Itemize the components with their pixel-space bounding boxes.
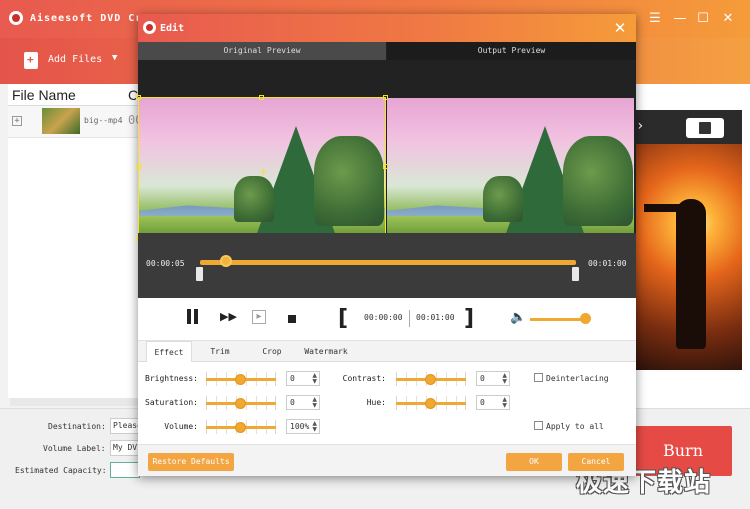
add-files-label: Add Files [48, 54, 103, 65]
crop-handle[interactable] [259, 95, 264, 100]
destination-label: Destination: [48, 422, 106, 431]
crop-handle[interactable] [136, 95, 141, 100]
cancel-button[interactable]: Cancel [568, 453, 624, 471]
apply-to-all-label: Apply to all [546, 422, 604, 431]
dialog-footer: Restore Defaults OK Cancel [138, 444, 636, 476]
brightness-input[interactable]: 0 ▲ ▼ [286, 371, 320, 386]
app-title: Aiseesoft DVD Cre [30, 13, 150, 24]
hue-slider[interactable] [396, 396, 466, 410]
tab-effect[interactable]: Effect [146, 341, 192, 362]
hue-label: Hue: [366, 398, 386, 407]
dialog-logo-icon [143, 21, 156, 34]
saturation-label: Saturation: [145, 398, 198, 407]
edit-icon[interactable] [686, 118, 724, 138]
crop-center-icon[interactable]: ✛ [260, 164, 267, 178]
timeline: 00:00:05 00:01:00 [138, 233, 636, 298]
original-preview-label: Original Preview [138, 42, 386, 60]
dialog-title: Edit [160, 23, 185, 34]
deinterlacing-checkbox[interactable] [534, 373, 543, 382]
preview-area: Original Preview Output Preview ✛ [136, 42, 636, 261]
tab-watermark[interactable]: Watermark [300, 341, 352, 362]
set-start-bracket-icon[interactable]: [ [338, 306, 348, 331]
maximize-icon[interactable]: ☐ [694, 10, 712, 28]
timeline-track[interactable] [200, 260, 576, 265]
contrast-label: Contrast: [342, 374, 386, 383]
deinterlacing-label: Deinterlacing [546, 374, 609, 383]
volume-label-label: Volume Label: [43, 444, 106, 453]
file-name: big--mp4 [84, 116, 123, 125]
tab-crop[interactable]: Crop [252, 341, 292, 362]
ok-button[interactable]: OK [506, 453, 562, 471]
time-divider [409, 310, 410, 327]
crop-handle[interactable] [383, 95, 388, 100]
add-files-button[interactable]: Add Files ▼ [24, 50, 124, 72]
file-name-column[interactable]: File Name [12, 87, 76, 103]
clip-end-time: 00:01:00 [416, 313, 455, 322]
capacity-bar [110, 462, 140, 478]
clip-start-time: 00:00:00 [364, 313, 403, 322]
volume-effect-slider-knob[interactable] [235, 422, 246, 433]
pause-button[interactable] [184, 308, 200, 326]
brightness-label: Brightness: [145, 374, 198, 383]
video-thumbnail [42, 108, 80, 134]
contrast-slider[interactable] [396, 372, 466, 386]
trim-start-marker[interactable] [196, 267, 203, 281]
expand-icon[interactable]: + [12, 116, 22, 126]
restore-defaults-button[interactable]: Restore Defaults [148, 453, 234, 471]
photographer-silhouette [676, 199, 706, 349]
playhead[interactable] [220, 255, 233, 267]
edit-tabs: Effect Trim Crop Watermark [138, 340, 636, 362]
playback-controls: ▶▶ ▸ [ 00:00:00 00:01:00 ] 🔈 [138, 298, 636, 340]
crop-handle[interactable] [383, 164, 388, 169]
output-preview-frame [387, 98, 634, 240]
apply-to-all-checkbox[interactable] [534, 421, 543, 430]
brightness-slider-knob[interactable] [235, 374, 246, 385]
volume-slider-knob[interactable] [580, 313, 592, 324]
chevron-down-icon[interactable]: ▼ [112, 53, 117, 63]
saturation-input[interactable]: 0 ▲ ▼ [286, 395, 320, 410]
close-icon[interactable]: ✕ [612, 20, 628, 36]
volume-label-input[interactable]: My DV [110, 440, 140, 456]
menu-icon[interactable]: ☰ [646, 10, 664, 28]
crop-frame[interactable]: ✛ [136, 95, 388, 241]
horizontal-scrollbar[interactable] [10, 398, 138, 406]
minimize-icon[interactable]: — [671, 10, 689, 28]
total-time: 00:01:00 [588, 259, 627, 268]
file-list-body [8, 138, 138, 398]
tab-trim[interactable]: Trim [200, 341, 240, 362]
set-end-bracket-icon[interactable]: ] [464, 306, 474, 331]
volume-effect-slider[interactable] [206, 420, 276, 434]
contrast-slider-knob[interactable] [425, 374, 436, 385]
next-frame-icon[interactable]: ▸ [252, 310, 266, 324]
edit-dialog: Edit ✕ Original Preview Output Preview ✛… [136, 14, 636, 476]
volume-effect-input[interactable]: 100% ▲ ▼ [286, 419, 320, 434]
file-list-header: File Name C [8, 84, 138, 106]
contrast-input[interactable]: 0 ▲ ▼ [476, 371, 510, 386]
sunset-preview-image [636, 144, 742, 370]
next-arrow-icon[interactable]: › [636, 118, 644, 134]
destination-input[interactable]: Please [110, 418, 140, 434]
crop-handle[interactable] [136, 164, 141, 169]
volume-icon[interactable]: 🔈 [510, 310, 526, 325]
output-preview-label: Output Preview [387, 42, 636, 60]
fast-forward-icon[interactable]: ▶▶ [220, 310, 237, 323]
estimated-capacity-label: Estimated Capacity: [15, 466, 107, 475]
brightness-slider[interactable] [206, 372, 276, 386]
app-logo-icon [9, 11, 23, 25]
saturation-slider-knob[interactable] [235, 398, 246, 409]
trim-end-marker[interactable] [572, 267, 579, 281]
add-file-icon [24, 52, 38, 69]
saturation-slider[interactable] [206, 396, 276, 410]
file-row[interactable]: + big--mp4 00 [8, 106, 142, 138]
current-time: 00:00:05 [146, 259, 185, 268]
hue-input[interactable]: 0 ▲ ▼ [476, 395, 510, 410]
stop-button[interactable] [288, 315, 296, 323]
window-close-icon[interactable]: ✕ [719, 10, 737, 28]
effect-panel: Brightness: 0 ▲ ▼ Saturation: 0 ▲ ▼ Volume: … [138, 362, 636, 444]
dialog-title-bar[interactable]: Edit ✕ [138, 14, 636, 42]
volume-effect-label: Volume: [164, 422, 198, 431]
hue-slider-knob[interactable] [425, 398, 436, 409]
